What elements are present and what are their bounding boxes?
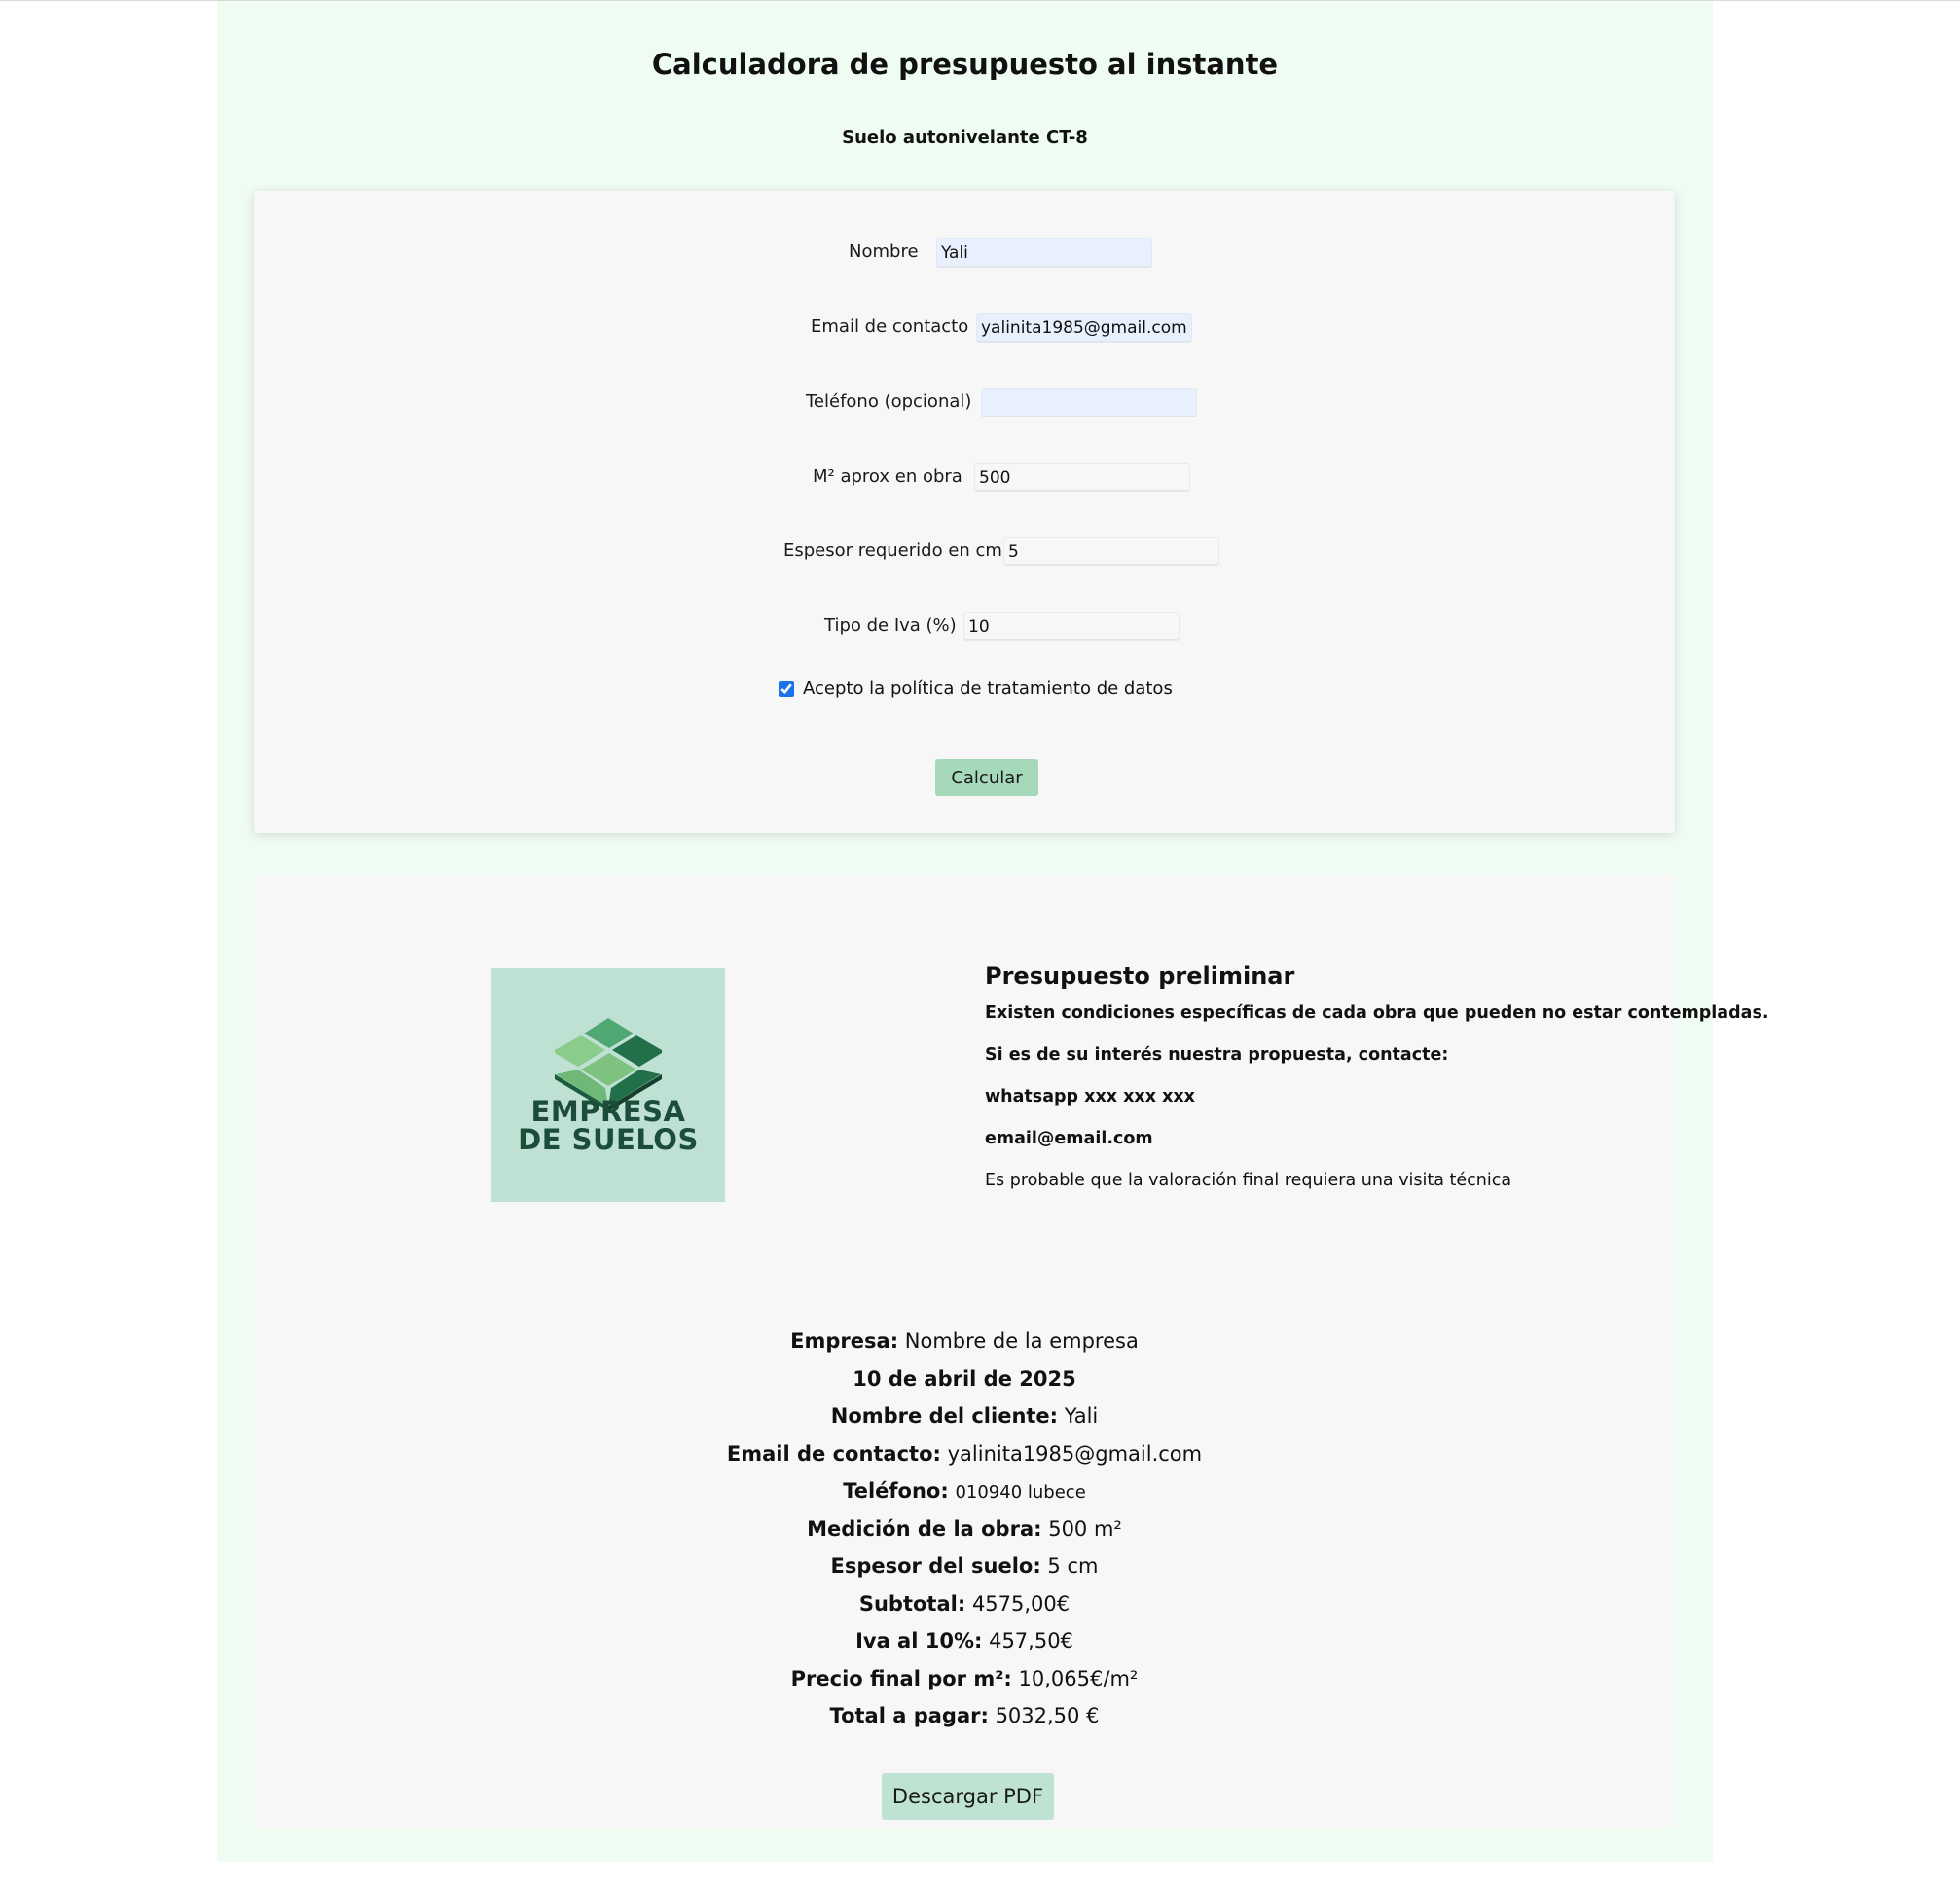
- summary-client-label: Nombre del cliente:: [830, 1404, 1059, 1428]
- area-input[interactable]: [974, 463, 1190, 492]
- thickness-label: Espesor requerido en cm: [783, 540, 1002, 561]
- area-label: M² aprox en obra: [813, 466, 962, 487]
- summary-measure-label: Medición de la obra:: [807, 1516, 1042, 1541]
- page-subtitle: Suelo autonivelante CT-8: [842, 127, 1088, 148]
- summary-company-label: Empresa:: [790, 1329, 899, 1353]
- quote-result: EMPRESA DE SUELOS Presupuesto preliminar…: [254, 874, 1769, 1828]
- summary-total: Total a pagar: 5032,50 €: [254, 1697, 1675, 1735]
- logo-text-line-1: EMPRESA: [530, 1095, 686, 1128]
- summary-total-label: Total a pagar:: [829, 1704, 989, 1727]
- email-input[interactable]: [976, 313, 1192, 343]
- summary-email: Email de contacto: yalinita1985@gmail.co…: [254, 1435, 1675, 1473]
- logo-text-line-2: DE SUELOS: [518, 1123, 699, 1156]
- phone-input[interactable]: [981, 388, 1197, 417]
- whatsapp-contact: whatsapp xxx xxx xxx: [985, 1087, 1195, 1106]
- summary-measure-value: 500 m²: [1048, 1516, 1122, 1541]
- summary-unit-price-label: Precio final por m²:: [790, 1666, 1012, 1690]
- summary-thickness-label: Espesor del suelo:: [830, 1554, 1041, 1578]
- summary-vat: Iva al 10%: 457,50€: [254, 1622, 1675, 1660]
- summary-date-value: 10 de abril de 2025: [853, 1366, 1076, 1391]
- vat-label: Tipo de Iva (%): [824, 615, 957, 635]
- summary-vat-value: 457,50€: [989, 1629, 1073, 1652]
- summary-client: Nombre del cliente: Yali: [254, 1397, 1675, 1435]
- contact-intro: Si es de su interés nuestra propuesta, c…: [985, 1045, 1449, 1065]
- summary-email-value: yalinita1985@gmail.com: [947, 1441, 1203, 1466]
- summary-email-label: Email de contacto:: [726, 1441, 941, 1466]
- quote-form: Nombre Email de contacto Teléfono (opcio…: [254, 191, 1675, 833]
- summary-total-value: 5032,50 €: [995, 1704, 1100, 1727]
- summary-subtotal: Subtotal: 4575,00€: [254, 1585, 1675, 1623]
- summary-unit-price-value: 10,065€/m²: [1018, 1666, 1139, 1690]
- summary-phone-label: Teléfono:: [843, 1479, 949, 1503]
- download-pdf-button[interactable]: Descargar PDF: [882, 1773, 1054, 1820]
- thickness-input[interactable]: [1003, 537, 1219, 566]
- summary-client-value: Yali: [1064, 1404, 1099, 1428]
- summary-unit-price: Precio final por m²: 10,065€/m²: [254, 1660, 1675, 1698]
- calculate-button[interactable]: Calcular: [935, 759, 1038, 796]
- summary-subtotal-label: Subtotal:: [858, 1591, 966, 1615]
- consent-checkbox[interactable]: [779, 681, 794, 697]
- floor-tiles-icon: [491, 968, 725, 1202]
- summary-company: Empresa: Nombre de la empresa: [254, 1323, 1675, 1360]
- consent-label[interactable]: Acepto la política de tratamiento de dat…: [803, 678, 1173, 699]
- summary-thickness: Espesor del suelo: 5 cm: [254, 1547, 1675, 1585]
- summary-vat-label: Iva al 10%:: [855, 1629, 983, 1652]
- email-contact: email@email.com: [985, 1129, 1153, 1148]
- visit-note: Es probable que la valoración final requ…: [985, 1171, 1512, 1190]
- page-title: Calculadora de presupuesto al instante: [651, 48, 1279, 81]
- vat-input[interactable]: [963, 612, 1180, 641]
- company-logo: EMPRESA DE SUELOS: [491, 968, 725, 1202]
- phone-label: Teléfono (opcional): [806, 391, 972, 412]
- name-input[interactable]: [936, 238, 1152, 268]
- conditions-note: Existen condiciones específicas de cada …: [985, 1003, 1769, 1023]
- summary-phone: Teléfono: 010940 lubece: [254, 1472, 1675, 1510]
- summary-phone-value: 010940 lubece: [955, 1482, 1086, 1503]
- summary-subtotal-value: 4575,00€: [971, 1591, 1071, 1615]
- summary-thickness-value: 5 cm: [1047, 1554, 1099, 1578]
- summary-date: 10 de abril de 2025: [254, 1360, 1675, 1398]
- result-heading: Presupuesto preliminar: [985, 962, 1295, 990]
- email-label: Email de contacto: [811, 316, 969, 337]
- summary-company-value: Nombre de la empresa: [904, 1329, 1139, 1353]
- name-label: Nombre: [849, 241, 919, 262]
- summary-measure: Medición de la obra: 500 m²: [254, 1510, 1675, 1548]
- quote-summary: Empresa: Nombre de la empresa 10 de abri…: [254, 1323, 1675, 1735]
- calculator-page: Calculadora de presupuesto al instante S…: [217, 1, 1769, 1862]
